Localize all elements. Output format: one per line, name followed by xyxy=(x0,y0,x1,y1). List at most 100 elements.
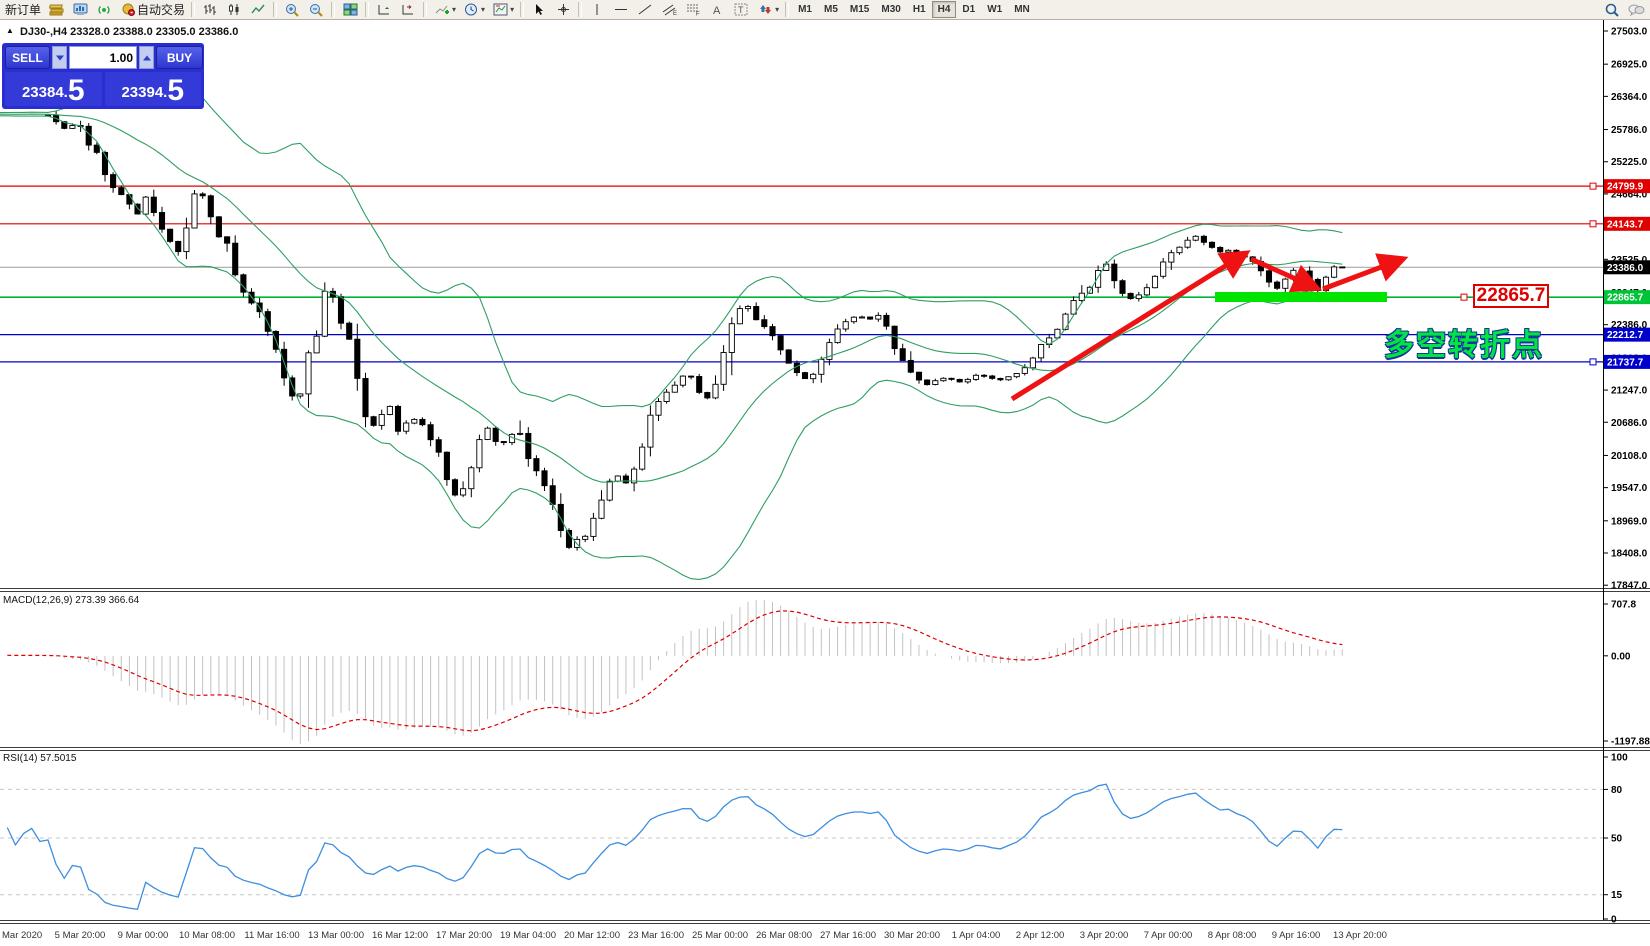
chart-shift-button[interactable] xyxy=(396,1,420,18)
price-annotation-box: 22865.7 xyxy=(1473,284,1549,308)
timeframe-w1[interactable]: W1 xyxy=(981,1,1008,18)
separator xyxy=(365,2,369,17)
zoom-out-button[interactable] xyxy=(304,1,328,18)
timeframe-h1[interactable]: H1 xyxy=(907,1,932,18)
separator xyxy=(273,2,277,17)
separator xyxy=(191,2,195,17)
toolbar: 新订单 自动交易 ▾ ▾ ▾ xyxy=(0,0,1650,20)
volume-increase-button[interactable] xyxy=(139,46,154,69)
volume-input[interactable] xyxy=(69,46,137,69)
horizontal-line-button[interactable] xyxy=(609,1,633,18)
chart-canvas[interactable]: 27503.026925.026364.025786.025225.024664… xyxy=(0,0,1650,946)
rsi-axis-tick: 0 xyxy=(1611,915,1617,926)
fibonacci-icon: F xyxy=(684,2,702,18)
symbol-period-label: DJ30-,H4 xyxy=(20,26,67,38)
y-axis-tick: 26925.0 xyxy=(1611,60,1648,71)
x-axis-tick: 3 Apr 20:00 xyxy=(1080,930,1129,941)
signals-button[interactable] xyxy=(92,1,116,18)
x-axis-tick: 9 Mar 00:00 xyxy=(118,930,169,941)
candles-chart-button[interactable] xyxy=(222,1,246,18)
templates-icon xyxy=(491,2,509,18)
x-axis-tick: 13 Apr 20:00 xyxy=(1333,930,1387,941)
search-button[interactable] xyxy=(1600,1,1624,18)
symbol-marker-icon: ▲ xyxy=(6,26,14,35)
tile-windows-button[interactable] xyxy=(338,1,362,18)
templates-button[interactable]: ▾ xyxy=(488,1,517,18)
auto-scroll-icon xyxy=(375,2,393,18)
history-center-button[interactable] xyxy=(44,1,68,18)
buy-button[interactable]: BUY xyxy=(156,46,203,69)
indicators-button[interactable]: ▾ xyxy=(430,1,459,18)
timeframe-m30[interactable]: M30 xyxy=(875,1,906,18)
macd-axis-tick: 0.00 xyxy=(1611,651,1631,662)
crosshair-button[interactable] xyxy=(551,1,575,18)
add-indicator-icon xyxy=(433,2,451,18)
separator xyxy=(423,2,427,17)
new-order-button[interactable]: 新订单 xyxy=(2,1,44,18)
x-axis-tick: 8 Apr 08:00 xyxy=(1208,930,1257,941)
fibonacci-button[interactable]: F xyxy=(681,1,705,18)
chart-shift-icon xyxy=(399,2,417,18)
line-chart-icon xyxy=(249,2,267,18)
arrows-button[interactable]: ▾ xyxy=(753,1,782,18)
auto-scroll-button[interactable] xyxy=(372,1,396,18)
text-button[interactable]: A xyxy=(705,1,729,18)
zoom-out-icon xyxy=(307,2,325,18)
y-axis-tick: 25225.0 xyxy=(1611,157,1648,168)
cursor-icon xyxy=(530,2,548,18)
buy-price-display[interactable]: 23394.5 xyxy=(105,72,202,106)
y-axis-tick: 18969.0 xyxy=(1611,516,1648,527)
clock-icon xyxy=(462,2,480,18)
timeframe-h4[interactable]: H4 xyxy=(932,1,957,18)
x-axis-tick: 10 Mar 08:00 xyxy=(179,930,235,941)
timeframe-m1[interactable]: M1 xyxy=(792,1,818,18)
sell-button[interactable]: SELL xyxy=(5,46,50,69)
ohlc-values: 23328.0 23388.0 23305.0 23386.0 xyxy=(70,26,238,38)
x-axis-tick: 27 Mar 16:00 xyxy=(820,930,876,941)
x-axis-tick: 2 Apr 12:00 xyxy=(1016,930,1065,941)
cursor-button[interactable] xyxy=(527,1,551,18)
vertical-line-icon xyxy=(588,2,606,18)
rsi-axis-tick: 15 xyxy=(1611,890,1623,901)
equidistant-channel-button[interactable]: E xyxy=(657,1,681,18)
autotrading-button[interactable]: 自动交易 xyxy=(116,1,188,18)
rsi-axis-tick: 80 xyxy=(1611,785,1623,796)
chat-button[interactable] xyxy=(1624,1,1648,18)
timeframe-m15[interactable]: M15 xyxy=(844,1,875,18)
y-axis-tick: 20108.0 xyxy=(1611,451,1648,462)
bars-chart-button[interactable] xyxy=(198,1,222,18)
market-watch-button[interactable] xyxy=(68,1,92,18)
turning-point-label: 多空转折点 xyxy=(1384,320,1544,364)
line-chart-button[interactable] xyxy=(246,1,270,18)
svg-text:24799.9: 24799.9 xyxy=(1607,182,1644,193)
macd-indicator-label: MACD(12,26,9) 273.39 366.64 xyxy=(3,595,139,606)
timeframe-d1[interactable]: D1 xyxy=(956,1,981,18)
x-axis-tick: 13 Mar 00:00 xyxy=(308,930,364,941)
separator xyxy=(578,2,582,17)
dropdown-caret: ▾ xyxy=(775,5,779,14)
x-axis-tick: 30 Mar 20:00 xyxy=(884,930,940,941)
periods-button[interactable]: ▾ xyxy=(459,1,488,18)
text-label-icon: T xyxy=(732,2,750,18)
y-axis-tick: 21247.0 xyxy=(1611,386,1648,397)
y-axis-tick: 20686.0 xyxy=(1611,418,1648,429)
macd-axis-tick: 707.8 xyxy=(1611,600,1636,611)
dropdown-caret: ▾ xyxy=(481,5,485,14)
rsi-axis-tick: 100 xyxy=(1611,753,1628,764)
y-axis-tick: 25786.0 xyxy=(1611,125,1648,136)
timeframe-mn[interactable]: MN xyxy=(1008,1,1036,18)
volume-decrease-button[interactable] xyxy=(52,46,67,69)
one-click-trading-panel: SELL BUY 23384.5 23394.5 xyxy=(2,43,204,109)
vertical-line-button[interactable] xyxy=(585,1,609,18)
svg-text:E: E xyxy=(673,11,677,16)
timeframe-m5[interactable]: M5 xyxy=(818,1,844,18)
y-axis-tick: 27503.0 xyxy=(1611,27,1648,38)
spinner-down-icon xyxy=(56,55,64,60)
sell-price-display[interactable]: 23384.5 xyxy=(5,72,102,106)
text-label-button[interactable]: T xyxy=(729,1,753,18)
x-axis-tick: Mar 2020 xyxy=(2,930,42,941)
zoom-in-button[interactable] xyxy=(280,1,304,18)
x-axis-tick: 25 Mar 00:00 xyxy=(692,930,748,941)
trendline-button[interactable] xyxy=(633,1,657,18)
spinner-up-icon xyxy=(143,55,151,60)
